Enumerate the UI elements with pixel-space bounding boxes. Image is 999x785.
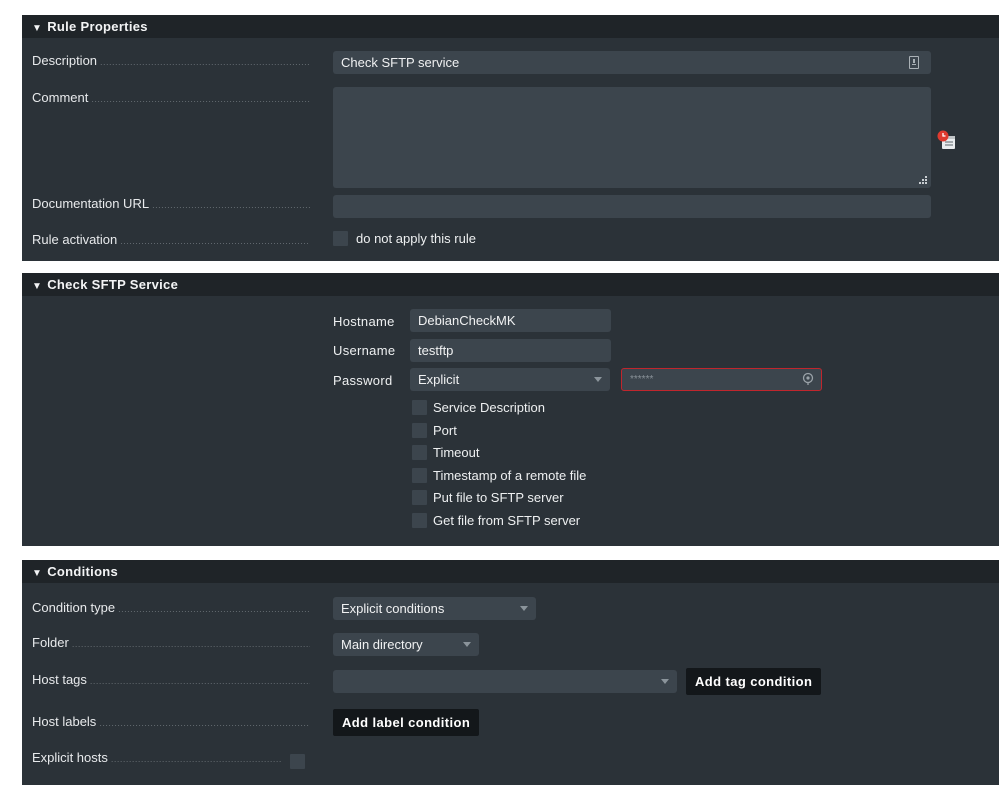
password-value: ****** xyxy=(630,374,654,385)
hostname-input[interactable]: DebianCheckMK xyxy=(410,309,611,332)
chevron-down-icon xyxy=(594,377,602,382)
port-label[interactable]: Port xyxy=(433,423,457,438)
port-checkbox[interactable] xyxy=(412,423,427,438)
folder-value: Main directory xyxy=(341,637,423,652)
timeout-checkbox[interactable] xyxy=(412,445,427,460)
chevron-down-icon xyxy=(661,679,669,684)
chevron-down-icon xyxy=(463,642,471,647)
add-label-condition-button[interactable]: Add label condition xyxy=(333,709,480,736)
rule-properties-section: ▼ Rule Properties Description Check SFTP … xyxy=(22,15,999,261)
check-sftp-section: ▼ Check SFTP Service Hostname DebianCheck… xyxy=(22,273,999,546)
host-labels-label: Host labels xyxy=(32,714,310,729)
condition-type-select[interactable]: Explicit conditions xyxy=(333,597,536,620)
collapse-triangle-icon: ▼ xyxy=(32,281,43,292)
timestamp-clock-icon[interactable] xyxy=(936,129,958,151)
host-tags-select[interactable] xyxy=(333,670,677,693)
service-description-label[interactable]: Service Description xyxy=(433,400,545,415)
description-input[interactable]: Check SFTP service xyxy=(333,51,931,74)
conditions-section: ▼ Conditions Condition type Explicit cond… xyxy=(22,560,999,785)
add-tag-condition-button[interactable]: Add tag condition xyxy=(686,668,822,695)
condition-type-value: Explicit conditions xyxy=(341,601,445,616)
explicit-hosts-checkbox[interactable] xyxy=(290,754,305,769)
password-mode-value: Explicit xyxy=(418,372,460,387)
do-not-apply-checkbox[interactable] xyxy=(333,231,348,246)
get-file-checkbox[interactable] xyxy=(412,513,427,528)
collapse-triangle-icon: ▼ xyxy=(32,23,43,34)
timeout-label[interactable]: Timeout xyxy=(433,445,479,460)
check-sftp-title: Check SFTP Service xyxy=(47,277,179,292)
comment-label: Comment xyxy=(32,90,310,105)
put-file-label[interactable]: Put file to SFTP server xyxy=(433,490,564,505)
username-value: testftp xyxy=(418,343,454,358)
timestamp-remote-file-checkbox[interactable] xyxy=(412,468,427,483)
explicit-hosts-label: Explicit hosts xyxy=(32,750,282,765)
conditions-header[interactable]: ▼ Conditions xyxy=(22,560,999,583)
password-input[interactable]: ****** xyxy=(621,368,822,391)
hostname-label: Hostname xyxy=(333,314,395,329)
do-not-apply-label[interactable]: do not apply this rule xyxy=(356,231,476,246)
documentation-url-label: Documentation URL xyxy=(32,196,310,211)
collapse-triangle-icon: ▼ xyxy=(32,568,43,579)
resize-handle-icon[interactable] xyxy=(918,175,928,185)
documentation-url-input[interactable] xyxy=(333,195,931,218)
description-value: Check SFTP service xyxy=(341,55,460,70)
chevron-down-icon xyxy=(520,606,528,611)
check-sftp-header[interactable]: ▼ Check SFTP Service xyxy=(22,273,999,296)
rule-activation-label: Rule activation xyxy=(32,232,310,247)
field-info-icon[interactable] xyxy=(909,56,919,69)
show-password-icon[interactable] xyxy=(802,372,814,386)
timestamp-remote-file-label[interactable]: Timestamp of a remote file xyxy=(433,468,586,483)
hostname-value: DebianCheckMK xyxy=(418,313,516,328)
comment-textarea[interactable] xyxy=(333,87,931,188)
service-description-checkbox[interactable] xyxy=(412,400,427,415)
rule-properties-title: Rule Properties xyxy=(47,19,148,34)
username-input[interactable]: testftp xyxy=(410,339,611,362)
rule-properties-header[interactable]: ▼ Rule Properties xyxy=(22,15,999,38)
put-file-checkbox[interactable] xyxy=(412,490,427,505)
host-tags-label: Host tags xyxy=(32,672,310,687)
conditions-title: Conditions xyxy=(47,564,119,579)
password-label: Password xyxy=(333,373,393,388)
description-label: Description xyxy=(32,53,310,68)
condition-type-label: Condition type xyxy=(32,600,310,615)
folder-label: Folder xyxy=(32,635,310,650)
username-label: Username xyxy=(333,343,396,358)
rule-editor-page: ▼ Rule Properties Description Check SFTP … xyxy=(0,0,999,785)
password-mode-select[interactable]: Explicit xyxy=(410,368,610,391)
get-file-label[interactable]: Get file from SFTP server xyxy=(433,513,580,528)
folder-select[interactable]: Main directory xyxy=(333,633,479,656)
